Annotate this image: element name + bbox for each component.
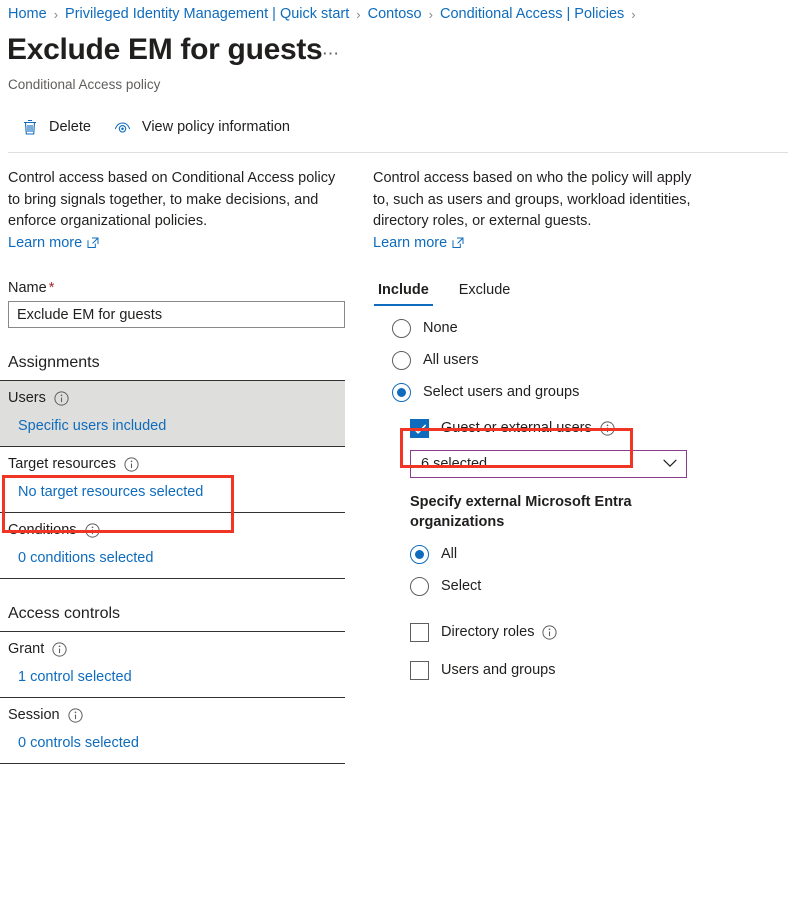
- session-row-value[interactable]: 0 controls selected: [18, 734, 345, 753]
- conditions-row-label: Conditions: [8, 522, 77, 538]
- info-icon[interactable]: [54, 391, 69, 406]
- info-icon[interactable]: [52, 642, 67, 657]
- radio-select-users-and-groups[interactable]: Select users and groups: [392, 383, 773, 402]
- breadcrumb-separator-icon: ›: [428, 6, 433, 22]
- grant-row-header: Grant: [8, 640, 345, 659]
- users-row-value[interactable]: Specific users included: [18, 417, 345, 436]
- target-resources-row-label: Target resources: [8, 456, 116, 472]
- users-row[interactable]: Users Specific users included: [0, 381, 345, 446]
- assignments-section-header: Assignments: [8, 354, 100, 371]
- info-icon[interactable]: [84, 523, 100, 538]
- breadcrumb-separator-icon: ›: [356, 6, 361, 22]
- info-icon[interactable]: [124, 457, 139, 472]
- session-row-header: Session: [8, 706, 345, 725]
- right-intro-text: Control access based on who the policy w…: [373, 170, 692, 229]
- delete-button-label: Delete: [49, 119, 91, 135]
- breadcrumb-separator-icon: ›: [631, 6, 636, 22]
- name-label-text: Name: [8, 280, 47, 296]
- external-link-icon: [87, 237, 99, 249]
- conditions-row[interactable]: Conditions 0 conditions selected: [0, 513, 345, 578]
- breadcrumb-item-pim[interactable]: Privileged Identity Management | Quick s…: [65, 6, 349, 22]
- checkbox-directory-roles-label: Directory roles: [441, 624, 535, 640]
- checkbox-guest-or-external-users[interactable]: Guest or external users: [410, 419, 773, 438]
- users-assignment-column: Control access based on who the policy w…: [373, 168, 773, 680]
- tab-include[interactable]: Include: [374, 280, 433, 306]
- checkbox-guest-or-external-users-label: Guest or external users: [441, 420, 592, 436]
- specify-external-orgs-header: Specify external Microsoft Entra organiz…: [410, 494, 632, 530]
- grant-row-label: Grant: [8, 641, 45, 657]
- checkbox-directory-roles[interactable]: Directory roles: [410, 623, 773, 642]
- guest-types-dropdown-value: 6 selected: [421, 456, 488, 472]
- radio-orgs-all-label: All: [441, 546, 458, 562]
- radio-select-users-and-groups-label: Select users and groups: [423, 384, 580, 400]
- guest-types-dropdown[interactable]: 6 selected: [410, 450, 687, 478]
- session-row-label: Session: [8, 707, 60, 723]
- delete-button[interactable]: Delete: [16, 111, 101, 143]
- section-divider: [0, 578, 345, 579]
- radio-orgs-select-label: Select: [441, 578, 482, 594]
- breadcrumb-item-home[interactable]: Home: [8, 6, 47, 22]
- more-options-button[interactable]: ⋯: [322, 44, 341, 64]
- radio-orgs-all-icon[interactable]: [410, 545, 429, 564]
- radio-none-label: None: [423, 320, 458, 336]
- chevron-down-icon: [663, 456, 677, 472]
- view-policy-information-button[interactable]: View policy information: [109, 111, 300, 143]
- session-row[interactable]: Session 0 controls selected: [0, 698, 345, 763]
- checkbox-directory-roles-icon[interactable]: [410, 623, 429, 642]
- users-row-label: Users: [8, 390, 46, 406]
- radio-all-users-label: All users: [423, 352, 479, 368]
- radio-none[interactable]: None: [392, 319, 773, 338]
- checkbox-users-and-groups-icon[interactable]: [410, 661, 429, 680]
- radio-select-users-and-groups-icon[interactable]: [392, 383, 411, 402]
- checkbox-guest-or-external-users-icon[interactable]: [410, 419, 429, 438]
- breadcrumb-item-contoso[interactable]: Contoso: [368, 6, 422, 22]
- info-icon[interactable]: [67, 708, 83, 723]
- conditions-row-header: Conditions: [8, 521, 345, 540]
- info-icon[interactable]: [542, 625, 558, 640]
- left-intro-text: Control access based on Conditional Acce…: [8, 170, 336, 229]
- checkbox-users-and-groups[interactable]: Users and groups: [410, 661, 773, 680]
- radio-all-users-icon[interactable]: [392, 351, 411, 370]
- target-resources-row[interactable]: Target resources No target resources sel…: [0, 447, 345, 512]
- page-subtitle: Conditional Access policy: [8, 77, 161, 92]
- external-link-icon: [452, 237, 464, 249]
- grant-row[interactable]: Grant 1 control selected: [0, 632, 345, 697]
- left-learn-more-label: Learn more: [8, 234, 83, 251]
- name-field-label: Name *: [8, 280, 360, 296]
- breadcrumb-item-conditional-access[interactable]: Conditional Access | Policies: [440, 6, 624, 22]
- command-bar-divider: [8, 152, 788, 153]
- grant-row-value[interactable]: 1 control selected: [18, 668, 345, 687]
- radio-orgs-select[interactable]: Select: [410, 577, 773, 596]
- radio-all-users[interactable]: All users: [392, 351, 773, 370]
- section-divider: [0, 763, 345, 764]
- info-icon[interactable]: [600, 421, 615, 436]
- target-resources-row-value[interactable]: No target resources selected: [18, 483, 345, 502]
- radio-orgs-all[interactable]: All: [410, 545, 773, 564]
- breadcrumb-separator-icon: ›: [53, 6, 59, 22]
- trash-icon: [20, 117, 40, 137]
- right-learn-more-link[interactable]: Learn more: [373, 233, 464, 255]
- left-learn-more-link[interactable]: Learn more: [8, 233, 99, 255]
- command-bar: Delete View policy information: [0, 108, 795, 146]
- right-learn-more-label: Learn more: [373, 234, 448, 251]
- radio-orgs-select-icon[interactable]: [410, 577, 429, 596]
- include-exclude-tabs: Include Exclude: [374, 280, 773, 306]
- policy-summary-column: Control access based on Conditional Acce…: [0, 168, 360, 764]
- radio-none-icon[interactable]: [392, 319, 411, 338]
- page-title: Exclude EM for guests: [7, 33, 323, 66]
- users-row-header: Users: [8, 389, 345, 408]
- required-asterisk: *: [48, 280, 55, 296]
- access-controls-section-header: Access controls: [8, 605, 121, 622]
- tab-exclude[interactable]: Exclude: [455, 280, 515, 306]
- view-policy-information-label: View policy information: [141, 119, 290, 135]
- eye-icon: [113, 117, 133, 137]
- conditions-row-value[interactable]: 0 conditions selected: [18, 549, 345, 568]
- checkbox-users-and-groups-label: Users and groups: [441, 662, 556, 678]
- breadcrumb: Home › Privileged Identity Management | …: [8, 4, 643, 24]
- name-input[interactable]: [8, 301, 345, 328]
- target-resources-row-header: Target resources: [8, 455, 345, 474]
